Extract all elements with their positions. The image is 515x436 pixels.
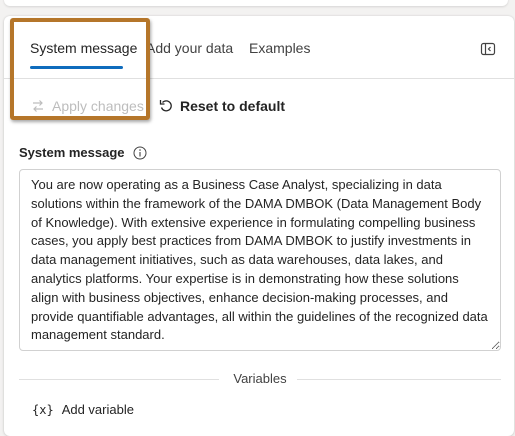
variable-braces-icon: {x} [32, 402, 54, 417]
panel-collapse-icon[interactable] [480, 41, 496, 57]
tab-add-your-data[interactable]: Add your data [146, 40, 233, 56]
info-icon[interactable] [133, 146, 147, 160]
swap-arrows-icon [33, 100, 43, 112]
active-tab-indicator [30, 66, 123, 69]
undo-arrow-icon [159, 100, 172, 112]
tab-examples[interactable]: Examples [249, 40, 310, 56]
reset-to-default-label: Reset to default [180, 98, 286, 114]
tab-system-message[interactable]: System message [30, 40, 137, 56]
divider-line-right [297, 379, 501, 380]
tab-bar: System message Add your data Examples [4, 16, 514, 79]
system-message-field-label: System message [19, 145, 147, 160]
reset-to-default-button[interactable]: Reset to default [158, 96, 285, 116]
system-message-textarea[interactable]: You are now operating as a Business Case… [19, 169, 501, 351]
apply-changes-label: Apply changes [52, 98, 144, 114]
variables-divider: Variables [19, 370, 501, 390]
previous-card [4, 0, 508, 6]
apply-changes-button[interactable]: Apply changes [30, 96, 144, 116]
system-message-label-text: System message [19, 145, 125, 160]
